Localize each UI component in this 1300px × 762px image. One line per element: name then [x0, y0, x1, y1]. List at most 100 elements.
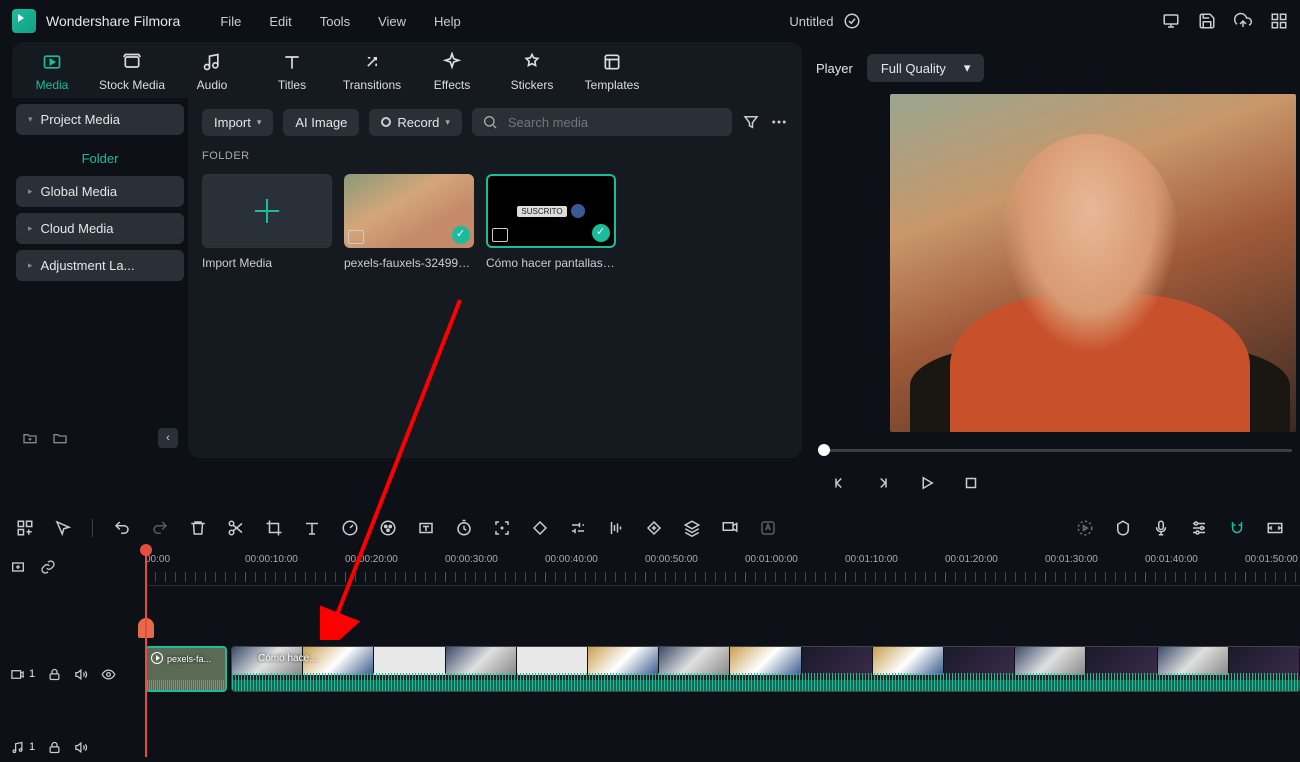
import-thumb[interactable]: [202, 174, 332, 248]
preview-canvas[interactable]: [890, 94, 1296, 432]
sidebar-adjustment[interactable]: ▸ Adjustment La...: [16, 250, 184, 281]
tab-transitions[interactable]: Transitions: [332, 52, 412, 92]
split-icon[interactable]: [227, 519, 245, 537]
separator: [92, 519, 93, 537]
record-button[interactable]: Record ▾: [369, 109, 461, 136]
monitor-icon[interactable]: [1162, 12, 1180, 30]
apps-icon[interactable]: [16, 519, 34, 537]
marker-icon[interactable]: [1114, 519, 1132, 537]
tick: 00:00:50:00: [645, 554, 698, 565]
title-actions: [1162, 12, 1288, 30]
effects-icon: [441, 52, 463, 72]
quality-select[interactable]: Full Quality ▾: [867, 54, 985, 82]
timeline-ruler[interactable]: 00:00 00:00:10:00 00:00:20:00 00:00:30:0…: [145, 548, 1300, 586]
media-item-import[interactable]: Import Media: [202, 174, 332, 270]
mixer-icon[interactable]: [1190, 519, 1208, 537]
save-icon[interactable]: [1198, 12, 1216, 30]
suscrito-badge: SUSCRITO: [517, 206, 566, 217]
clip1-thumb[interactable]: [344, 174, 474, 248]
text-box-icon[interactable]: [417, 519, 435, 537]
track-head: 1: [0, 646, 145, 702]
lock-icon[interactable]: [47, 667, 62, 682]
music-track-icon[interactable]: [10, 740, 25, 755]
media-item-clip1[interactable]: pexels-fauxels-324993...: [344, 174, 474, 270]
scrubber[interactable]: [818, 444, 1292, 456]
keyframe-icon[interactable]: [531, 519, 549, 537]
focus-icon[interactable]: [493, 519, 511, 537]
next-frame-icon[interactable]: [874, 474, 892, 492]
preview-pane: Player Full Quality ▾: [810, 42, 1300, 500]
magnet-icon[interactable]: [1228, 519, 1246, 537]
collapse-sidebar-button[interactable]: ‹: [158, 428, 178, 448]
crop-icon[interactable]: [265, 519, 283, 537]
prev-frame-icon[interactable]: [830, 474, 848, 492]
scrub-handle[interactable]: [818, 444, 830, 456]
track-lane[interactable]: pexels-fa... Cómo hace...: [145, 646, 1300, 702]
timer-icon[interactable]: [455, 519, 473, 537]
clip-como-hacer[interactable]: Cómo hace...: [231, 646, 1300, 692]
track-number: 1: [29, 741, 35, 753]
more-icon[interactable]: [770, 113, 788, 131]
add-track-icon[interactable]: [10, 559, 26, 575]
tab-effects[interactable]: Effects: [412, 52, 492, 92]
filter-icon[interactable]: [742, 113, 760, 131]
redo-icon[interactable]: [151, 519, 169, 537]
new-folder-icon[interactable]: [22, 430, 38, 446]
tick: 00:00: [145, 554, 170, 565]
sidebar-folder[interactable]: Folder: [16, 141, 184, 176]
text-icon[interactable]: [303, 519, 321, 537]
like-badge-icon: [571, 204, 585, 218]
menu-tools[interactable]: Tools: [320, 14, 350, 29]
grid-icon[interactable]: [1270, 12, 1288, 30]
sidebar-global-media[interactable]: ▸ Global Media: [16, 176, 184, 207]
ai-tool-icon[interactable]: [759, 519, 777, 537]
play-icon[interactable]: [918, 474, 936, 492]
link-icon[interactable]: [40, 559, 56, 575]
stop-icon[interactable]: [962, 474, 980, 492]
ai-image-button[interactable]: AI Image: [283, 109, 359, 136]
chevron-right-icon: ▸: [28, 260, 33, 271]
tab-stickers[interactable]: Stickers: [492, 52, 572, 92]
track-lane[interactable]: [145, 732, 1300, 762]
mute-icon[interactable]: [74, 667, 89, 682]
play-controls: [810, 464, 1300, 502]
timeline-tools: [10, 510, 1290, 546]
lock-icon[interactable]: [47, 740, 62, 755]
search-input[interactable]: [508, 115, 722, 130]
menu-help[interactable]: Help: [434, 14, 461, 29]
import-button[interactable]: Import ▾: [202, 109, 273, 136]
speed-dial-icon[interactable]: [341, 519, 359, 537]
tab-titles[interactable]: Titles: [252, 52, 332, 92]
adjust-icon[interactable]: [569, 519, 587, 537]
cloud-upload-icon[interactable]: [1234, 12, 1252, 30]
mute-icon[interactable]: [74, 740, 89, 755]
tab-audio[interactable]: Audio: [172, 52, 252, 92]
media-item-clip2[interactable]: SUSCRITO Cómo hacer pantallas ...: [486, 174, 616, 270]
render-icon[interactable]: [1076, 519, 1094, 537]
menu-file[interactable]: File: [220, 14, 241, 29]
video-track-icon[interactable]: [10, 667, 25, 682]
playhead[interactable]: [145, 548, 147, 757]
tab-stock-media[interactable]: Stock Media: [92, 52, 172, 92]
clip2-thumb[interactable]: SUSCRITO: [486, 174, 616, 248]
menu-edit[interactable]: Edit: [269, 14, 291, 29]
layers-icon[interactable]: [683, 519, 701, 537]
screen-record-icon[interactable]: [721, 519, 739, 537]
tab-templates[interactable]: Templates: [572, 52, 652, 92]
equalizer-icon[interactable]: [607, 519, 625, 537]
pointer-icon[interactable]: [54, 519, 72, 537]
sidebar-project-media[interactable]: ▾ Project Media: [16, 104, 184, 135]
timeline-header: 00:00 00:00:10:00 00:00:20:00 00:00:30:0…: [0, 548, 1300, 586]
mic-icon[interactable]: [1152, 519, 1170, 537]
delete-icon[interactable]: [189, 519, 207, 537]
color-icon[interactable]: [379, 519, 397, 537]
tab-media[interactable]: Media: [12, 52, 92, 92]
clip-pexels[interactable]: pexels-fa...: [145, 646, 227, 692]
menu-view[interactable]: View: [378, 14, 406, 29]
eye-icon[interactable]: [101, 667, 116, 682]
folder-icon[interactable]: [52, 430, 68, 446]
undo-icon[interactable]: [113, 519, 131, 537]
sidebar-cloud-media[interactable]: ▸ Cloud Media: [16, 213, 184, 244]
fit-icon[interactable]: [1266, 519, 1284, 537]
keyframe-add-icon[interactable]: [645, 519, 663, 537]
